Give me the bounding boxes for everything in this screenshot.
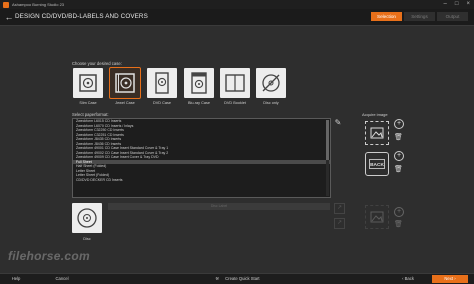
case-dvd-booklet[interactable] (220, 68, 250, 98)
dvd-case-icon (155, 72, 169, 94)
disc-edit-icon: ↗ (334, 203, 345, 214)
case-dvd[interactable] (147, 68, 177, 98)
slim-case-icon (79, 74, 97, 92)
disc-expand-icon: ↗ (334, 218, 345, 229)
bluray-case-icon (191, 72, 207, 94)
step-output: Output (437, 12, 468, 21)
case-bluray[interactable] (184, 68, 214, 98)
case-jewel-label: Jewel Case (115, 101, 135, 105)
case-choice-label: Choose your desired case: (72, 61, 122, 66)
disc-format-bar: Disc Label (108, 203, 330, 210)
disc-image-slot (365, 205, 389, 229)
disc-only-icon (262, 74, 280, 92)
case-jewel[interactable] (109, 67, 141, 99)
add-image-button[interactable]: + (394, 119, 404, 129)
cancel-button[interactable]: Cancel (50, 275, 74, 283)
disc-icon (77, 208, 97, 228)
disc-add-button: + (394, 207, 404, 217)
add-back-image-button[interactable]: + (394, 151, 404, 161)
back-image-slot[interactable]: BACK (365, 152, 389, 176)
case-bluray-label: Blu-ray Case (188, 101, 210, 105)
trash-back-icon[interactable]: 🗑 (394, 165, 403, 174)
case-disc-only[interactable] (256, 68, 286, 98)
case-slim[interactable] (73, 68, 103, 98)
jewel-case-icon (115, 73, 135, 93)
disc-preview[interactable] (72, 203, 102, 233)
scroll-thumb[interactable] (326, 120, 329, 160)
disc-image-icon (370, 211, 384, 223)
footer-bar: Help Cancel ⚒ Create Quick Start ‹ Back N… (0, 273, 474, 284)
filehorse-watermark: filehorse.com (8, 249, 90, 263)
next-label: Next (444, 276, 454, 281)
wrench-icon: ⚒ (215, 276, 220, 281)
back-button[interactable]: ‹ Back (392, 275, 424, 283)
app-logo-icon (3, 1, 9, 8)
window-title: Ashampoo Burning Studio 23 (12, 2, 65, 7)
window-controls: – □ × (444, 1, 470, 8)
back-label: Back (404, 276, 414, 281)
paper-format-list[interactable]: Zweckform L6015 CD Inserts Zweckform L60… (72, 118, 331, 198)
acquire-image-label: Acquire image (362, 112, 388, 117)
trash-icon[interactable]: 🗑 (394, 133, 403, 142)
booklet-icon (225, 74, 245, 92)
next-chevron-icon: › (453, 276, 456, 281)
list-scrollbar[interactable] (326, 120, 329, 196)
next-button[interactable]: Next › (432, 275, 468, 283)
front-image-slot[interactable] (365, 121, 389, 145)
minimize-icon[interactable]: – (444, 1, 447, 8)
create-quick-start-label: Create Quick Start (225, 276, 260, 281)
page-title: DESIGN CD/DVD/BD-LABELS AND COVERS (15, 13, 148, 20)
image-icon (370, 127, 384, 139)
step-settings: Settings (404, 12, 435, 21)
pencil-edit-icon[interactable]: ✎ (333, 118, 343, 128)
help-button[interactable]: Help (6, 275, 26, 283)
step-indicator: Selection Settings Output (371, 12, 468, 21)
case-disc-only-label: Disc only (263, 101, 279, 105)
close-icon[interactable]: × (466, 1, 470, 8)
svg-text:BACK: BACK (370, 162, 384, 168)
case-slim-label: Slim Case (79, 101, 97, 105)
create-quick-start-button[interactable]: ⚒ Create Quick Start (200, 275, 275, 283)
back-cover-icon: BACK (369, 159, 385, 169)
step-selection: Selection (371, 12, 402, 21)
list-item[interactable]: CD/DVD DECKER CD Inserts (73, 178, 330, 183)
window-titlebar: Ashampoo Burning Studio 23 – □ × (0, 0, 474, 9)
maximize-icon[interactable]: □ (455, 1, 459, 8)
back-arrow-icon[interactable]: ← (4, 12, 14, 22)
case-dvd-booklet-label: DVD Booklet (224, 101, 246, 105)
disc-trash-icon: 🗑 (394, 221, 403, 228)
page-header: ← DESIGN CD/DVD/BD-LABELS AND COVERS Sel… (0, 9, 474, 26)
case-dvd-label: DVD Case (153, 101, 171, 105)
paper-format-label: Select paperformat: (72, 112, 109, 117)
disc-label: Disc (83, 237, 91, 241)
